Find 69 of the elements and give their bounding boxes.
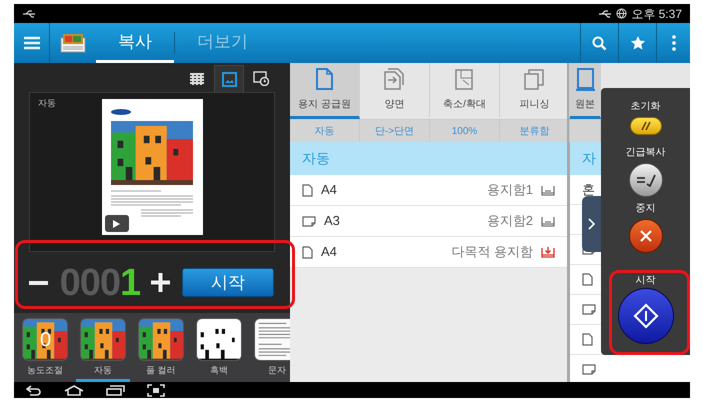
setting-value: 100% bbox=[452, 124, 478, 138]
chevron-right-icon bbox=[588, 218, 595, 230]
globe-icon bbox=[616, 8, 628, 19]
button-label: 중지 bbox=[636, 203, 656, 215]
color-mode-label: 흑백 bbox=[210, 364, 228, 377]
play-icon bbox=[113, 220, 120, 228]
color-mode-label: 농도조절 bbox=[27, 364, 63, 377]
scale-icon bbox=[454, 68, 475, 90]
usb-icon bbox=[598, 10, 612, 18]
interrupt-button[interactable] bbox=[628, 163, 662, 197]
setting-tab[interactable]: 원본 bbox=[570, 63, 601, 119]
color-mode-label: 풀 컬러 bbox=[146, 364, 176, 377]
copy-app-icon bbox=[60, 33, 86, 53]
more-icon bbox=[672, 35, 676, 51]
setting-value: 자동 bbox=[314, 124, 334, 138]
page-icon bbox=[582, 273, 593, 286]
increase-button[interactable] bbox=[150, 272, 172, 294]
preview-label: 자동 bbox=[38, 97, 56, 110]
density-value: 0 bbox=[40, 330, 52, 350]
drawer-handle[interactable] bbox=[582, 196, 601, 252]
page-icon bbox=[302, 246, 313, 258]
paper-icon bbox=[314, 68, 335, 90]
clock-icon bbox=[252, 71, 270, 86]
tray-icon bbox=[541, 246, 555, 258]
button-label: 초기화 bbox=[630, 101, 660, 113]
menu-icon bbox=[24, 36, 40, 50]
reset-button[interactable] bbox=[630, 117, 662, 135]
screenshot-icon[interactable] bbox=[147, 384, 165, 396]
home-icon[interactable] bbox=[64, 384, 84, 396]
setting-tab[interactable]: 용지 공급원 bbox=[290, 63, 360, 119]
minus-icon bbox=[29, 280, 48, 284]
page-icon bbox=[302, 184, 313, 196]
plus-icon bbox=[151, 273, 170, 292]
paper-option[interactable]: A4 다목적 용지함 bbox=[290, 237, 567, 268]
stop-button[interactable] bbox=[628, 219, 662, 253]
clock-time: 오후 5:37 bbox=[631, 6, 682, 22]
landscape-page-icon bbox=[582, 304, 596, 315]
slash-icon bbox=[640, 121, 652, 131]
back-icon[interactable] bbox=[26, 384, 42, 396]
original-icon bbox=[574, 68, 596, 90]
page-icon bbox=[582, 333, 593, 346]
landscape-page-icon bbox=[302, 216, 316, 226]
play-button[interactable] bbox=[104, 215, 128, 232]
diamond-icon bbox=[632, 303, 658, 329]
tray-icon bbox=[541, 184, 555, 196]
setting-tab[interactable]: 양면 bbox=[360, 63, 430, 119]
search-icon bbox=[592, 36, 607, 50]
paper-option[interactable]: A4 용지함1 bbox=[290, 175, 567, 206]
usb-icon bbox=[22, 10, 36, 18]
setting-value: 단->단면 bbox=[374, 124, 414, 138]
setting-value: 분류함 bbox=[520, 124, 550, 138]
button-label: 긴급복사 bbox=[626, 147, 666, 159]
tray-icon bbox=[541, 215, 555, 227]
interrupt-icon bbox=[636, 173, 656, 187]
color-mode-label: 자동 bbox=[94, 364, 112, 377]
duplex-icon bbox=[384, 68, 405, 90]
landscape-page-icon bbox=[582, 364, 596, 375]
star-icon bbox=[630, 35, 646, 51]
start-button[interactable]: 시작 bbox=[182, 268, 274, 297]
setting-tab[interactable]: 축소/확대 bbox=[430, 63, 500, 119]
recent-apps-icon[interactable] bbox=[106, 384, 125, 396]
grid-icon bbox=[190, 72, 204, 84]
color-mode-label: 문자 bbox=[268, 364, 286, 377]
logo-icon bbox=[110, 109, 130, 115]
finishing-icon bbox=[524, 68, 545, 90]
button-label: 시작 bbox=[636, 275, 656, 287]
paper-option[interactable]: A3 용지함2 bbox=[290, 206, 567, 237]
close-icon bbox=[640, 230, 652, 242]
image-icon bbox=[222, 72, 236, 86]
